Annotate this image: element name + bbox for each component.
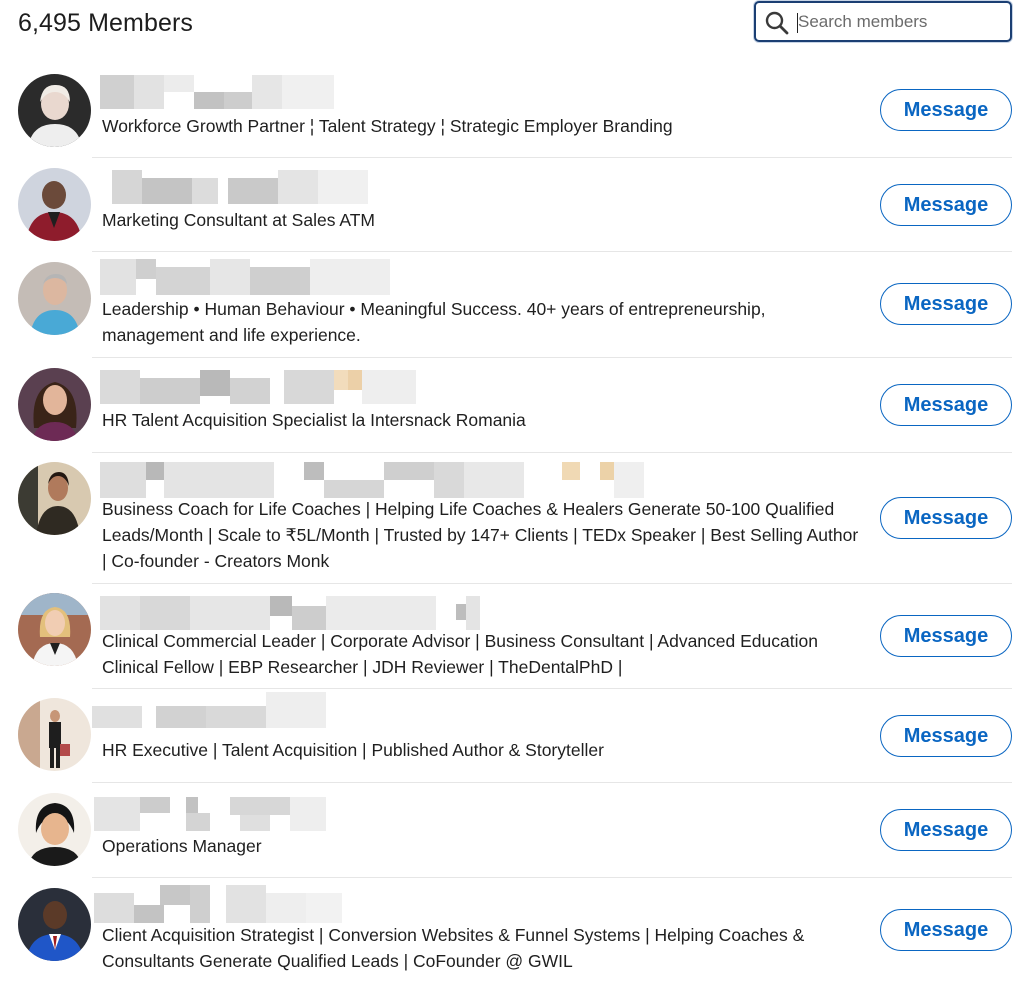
avatar[interactable] [18, 74, 91, 147]
member-row: HR Executive | Talent Acquisition | Publ… [0, 688, 1024, 783]
member-row: Workforce Growth Partner ¦ Talent Strate… [0, 62, 1024, 158]
member-headline: HR Executive | Talent Acquisition | Publ… [102, 740, 604, 760]
members-header: 6,495 Members [0, 0, 1024, 50]
member-row: Leadership • Human Behaviour • Meaningfu… [0, 251, 1024, 358]
member-headline: HR Talent Acquisition Specialist la Inte… [102, 410, 526, 430]
text-caret [797, 13, 798, 33]
member-headline: Operations Manager [102, 836, 262, 856]
message-button[interactable]: Message [880, 615, 1012, 657]
search-input[interactable] [796, 8, 1001, 36]
avatar[interactable] [18, 168, 91, 241]
avatar[interactable] [18, 793, 91, 866]
member-headline: Business Coach for Life Coaches | Helpin… [102, 499, 859, 571]
avatar[interactable] [18, 888, 91, 961]
avatar[interactable] [18, 262, 91, 335]
message-button[interactable]: Message [880, 909, 1012, 951]
member-row: Clinical Commercial Leader | Corporate A… [0, 583, 1024, 689]
avatar[interactable] [18, 462, 91, 535]
member-headline: Client Acquisition Strategist | Conversi… [102, 925, 805, 971]
member-row: Operations Manager Message [0, 782, 1024, 878]
search-icon [765, 11, 789, 35]
avatar[interactable] [18, 593, 91, 666]
message-button[interactable]: Message [880, 497, 1012, 539]
member-headline: Clinical Commercial Leader | Corporate A… [102, 631, 818, 677]
message-button[interactable]: Message [880, 89, 1012, 131]
member-headline: Workforce Growth Partner ¦ Talent Strate… [102, 116, 673, 136]
member-headline: Marketing Consultant at Sales ATM [102, 210, 375, 230]
message-button[interactable]: Message [880, 384, 1012, 426]
message-button[interactable]: Message [880, 283, 1012, 325]
member-row: Marketing Consultant at Sales ATM Messag… [0, 157, 1024, 252]
member-row: HR Talent Acquisition Specialist la Inte… [0, 357, 1024, 453]
member-row: Client Acquisition Strategist | Conversi… [0, 877, 1024, 990]
message-button[interactable]: Message [880, 184, 1012, 226]
message-button[interactable]: Message [880, 715, 1012, 757]
page-title: 6,495 Members [18, 9, 193, 37]
avatar[interactable] [18, 698, 91, 771]
message-button[interactable]: Message [880, 809, 1012, 851]
avatar[interactable] [18, 368, 91, 441]
search-box[interactable] [754, 1, 1012, 42]
member-row: Business Coach for Life Coaches | Helpin… [0, 452, 1024, 584]
member-headline: Leadership • Human Behaviour • Meaningfu… [102, 299, 766, 345]
